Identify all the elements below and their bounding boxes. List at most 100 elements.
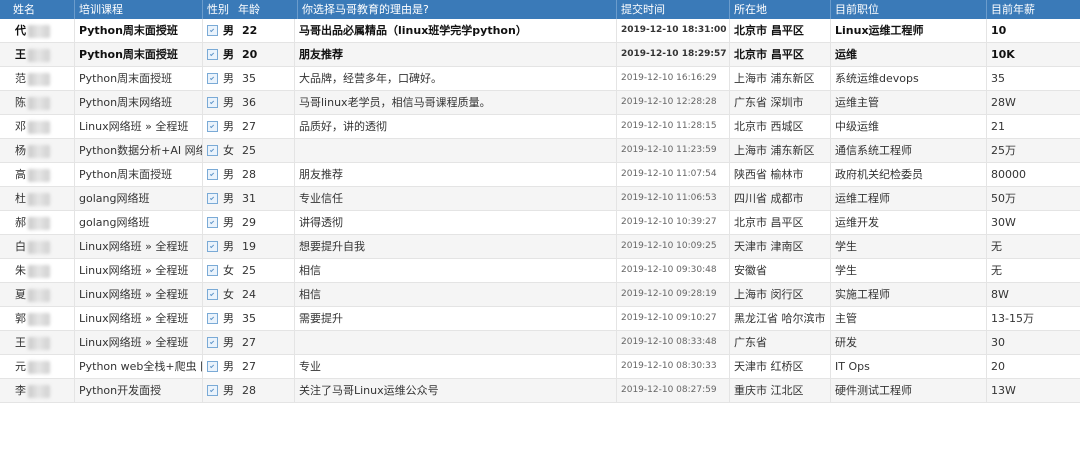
cell-course: golang网络班 bbox=[74, 187, 202, 210]
cell-position: Linux运维工程师 bbox=[830, 19, 986, 42]
name-text: 元 bbox=[15, 360, 26, 373]
name-text: 代 bbox=[15, 24, 26, 37]
table-row[interactable]: 邓 Linux网络班 » 全程班 男 27 品质好，讲的透彻 2019-12-10 11:… bbox=[0, 115, 1080, 139]
dropdown-icon[interactable] bbox=[207, 384, 218, 396]
dropdown-icon[interactable] bbox=[207, 24, 218, 36]
cell-time: 2019-12-10 08:27:59 bbox=[616, 379, 729, 402]
cell-salary: 无 bbox=[986, 235, 1080, 258]
table-row[interactable]: 王 Linux网络班 » 全程班 男 27 2019-12-10 08:33:48 广东省… bbox=[0, 331, 1080, 355]
gender-text: 男 bbox=[223, 312, 234, 325]
dropdown-icon[interactable] bbox=[207, 96, 218, 108]
cell-reason: 马哥linux老学员，相信马哥课程质量。 bbox=[294, 91, 616, 114]
dropdown-icon[interactable] bbox=[207, 336, 218, 348]
cell-course: golang网络班 bbox=[74, 211, 202, 234]
gender-text: 男 bbox=[223, 24, 234, 37]
dropdown-icon[interactable] bbox=[207, 360, 218, 372]
table-row[interactable]: 高 Python周末面授班 男 28 朋友推荐 2019-12-10 11:07:54 陕西… bbox=[0, 163, 1080, 187]
table-row[interactable]: 朱 Linux网络班 » 全程班 女 25 相信 2019-12-10 09:30:48 安… bbox=[0, 259, 1080, 283]
header-course[interactable]: 培训课程 bbox=[74, 0, 206, 19]
table-row[interactable]: 白 Linux网络班 » 全程班 男 19 想要提升自我 2019-12-10 10:09… bbox=[0, 235, 1080, 259]
gender-text: 男 bbox=[223, 216, 234, 229]
age-text: 29 bbox=[242, 216, 256, 229]
table-row[interactable]: 范 Python周末面授班 男 35 大品牌，经营多年，口碑好。 2019-12-10 1… bbox=[0, 67, 1080, 91]
header-location[interactable]: 所在地 bbox=[729, 0, 830, 19]
age-text: 27 bbox=[242, 336, 256, 349]
dropdown-icon[interactable] bbox=[207, 216, 218, 228]
dropdown-icon[interactable] bbox=[207, 312, 218, 324]
cell-course: Python周末面授班 bbox=[74, 67, 202, 90]
table-row[interactable]: 李 Python开发面授 男 28 关注了马哥Linux运维公众号 2019-12-10 … bbox=[0, 379, 1080, 403]
dropdown-icon[interactable] bbox=[207, 192, 218, 204]
table-row[interactable]: 杜 golang网络班 男 31 专业信任 2019-12-10 11:06:53 四川省 … bbox=[0, 187, 1080, 211]
table-row[interactable]: 陈 Python周末网络班 男 36 马哥linux老学员，相信马哥课程质量。 2019-… bbox=[0, 91, 1080, 115]
cell-position: 硬件测试工程师 bbox=[830, 379, 986, 402]
cell-course: Python周末网络班 bbox=[74, 91, 202, 114]
cell-course: Linux网络班 » 全程班 bbox=[74, 235, 202, 258]
header-position[interactable]: 目前职位 bbox=[830, 0, 990, 19]
name-text: 杨 bbox=[15, 144, 26, 157]
cell-reason: 马哥出品必属精品（linux班学完学python） bbox=[294, 19, 616, 42]
dropdown-icon[interactable] bbox=[207, 240, 218, 252]
age-text: 25 bbox=[242, 144, 256, 157]
table-row[interactable]: 代 Python周末面授班 男 22 马哥出品必属精品（linux班学完学python）… bbox=[0, 19, 1080, 43]
cell-gender: 男 27 bbox=[202, 355, 294, 378]
cell-position: 通信系统工程师 bbox=[830, 139, 986, 162]
cell-course: Python周末面授班 bbox=[74, 19, 202, 42]
dropdown-icon[interactable] bbox=[207, 72, 218, 84]
cell-reason: 关注了马哥Linux运维公众号 bbox=[294, 379, 616, 402]
cell-reason: 相信 bbox=[294, 259, 616, 282]
dropdown-icon[interactable] bbox=[207, 168, 218, 180]
header-age[interactable]: 年龄 bbox=[238, 0, 294, 19]
redacted-name-blur bbox=[28, 336, 50, 350]
cell-time: 2019-12-10 09:30:48 bbox=[616, 259, 729, 282]
cell-name: 邓 bbox=[0, 115, 74, 138]
gender-text: 男 bbox=[223, 96, 234, 109]
table-row[interactable]: 郝 golang网络班 男 29 讲得透彻 2019-12-10 10:39:27 北京市 … bbox=[0, 211, 1080, 235]
age-text: 31 bbox=[242, 192, 256, 205]
header-time[interactable]: 提交时间 bbox=[616, 0, 729, 19]
name-text: 王 bbox=[15, 336, 26, 349]
cell-name: 代 bbox=[0, 19, 74, 42]
header-name[interactable]: 姓名 bbox=[13, 0, 73, 19]
cell-salary: 80000 bbox=[986, 163, 1080, 186]
cell-time: 2019-12-10 18:31:00 bbox=[616, 19, 729, 42]
cell-location: 天津市 津南区 bbox=[729, 235, 830, 258]
cell-name: 王 bbox=[0, 331, 74, 354]
table-row[interactable]: 夏 Linux网络班 » 全程班 女 24 相信 2019-12-10 09:28:19 上… bbox=[0, 283, 1080, 307]
header-salary[interactable]: 目前年薪 bbox=[986, 0, 1080, 19]
cell-time: 2019-12-10 09:28:19 bbox=[616, 283, 729, 306]
redacted-name-blur bbox=[28, 120, 50, 134]
redacted-name-blur bbox=[28, 24, 50, 38]
header-gender[interactable]: 性别 bbox=[202, 0, 235, 19]
cell-course: Linux网络班 » 全程班 bbox=[74, 283, 202, 306]
dropdown-icon[interactable] bbox=[207, 120, 218, 132]
redacted-name-blur bbox=[28, 144, 50, 158]
cell-course: Python周末面授班 bbox=[74, 163, 202, 186]
dropdown-icon[interactable] bbox=[207, 48, 218, 60]
cell-salary: 无 bbox=[986, 259, 1080, 282]
redacted-name-blur bbox=[28, 384, 50, 398]
gender-text: 女 bbox=[223, 144, 234, 157]
redacted-name-blur bbox=[28, 264, 50, 278]
dropdown-icon[interactable] bbox=[207, 288, 218, 300]
dropdown-icon[interactable] bbox=[207, 144, 218, 156]
table-row[interactable]: 元 Python web全栈+爬虫 网络班 男 27 专业2019-12-10 08:3… bbox=[0, 355, 1080, 379]
table-row[interactable]: 郭 Linux网络班 » 全程班 男 35 需要提升 2019-12-10 09:10:2… bbox=[0, 307, 1080, 331]
cell-salary: 28W bbox=[986, 91, 1080, 114]
dropdown-icon[interactable] bbox=[207, 264, 218, 276]
cell-reason: 大品牌，经营多年，口碑好。 bbox=[294, 67, 616, 90]
name-text: 郭 bbox=[15, 312, 26, 325]
table-row[interactable]: 王 Python周末面授班 男 20 朋友推荐 2019-12-10 18:29:57 北京… bbox=[0, 43, 1080, 67]
table-row[interactable]: 杨 Python数据分析+AI 网络班 女 25 2019-12-10 11:23:59… bbox=[0, 139, 1080, 163]
cell-reason: 讲得透彻 bbox=[294, 211, 616, 234]
cell-location: 广东省 深圳市 bbox=[729, 91, 830, 114]
header-reason[interactable]: 你选择马哥教育的理由是? bbox=[297, 0, 616, 19]
cell-location: 陕西省 榆林市 bbox=[729, 163, 830, 186]
name-text: 李 bbox=[15, 384, 26, 397]
cell-position: 运维 bbox=[830, 43, 986, 66]
cell-name: 范 bbox=[0, 67, 74, 90]
cell-course: Linux网络班 » 全程班 bbox=[74, 331, 202, 354]
age-text: 36 bbox=[242, 96, 256, 109]
cell-time: 2019-12-10 08:33:48 bbox=[616, 331, 729, 354]
cell-course: Linux网络班 » 全程班 bbox=[74, 307, 202, 330]
